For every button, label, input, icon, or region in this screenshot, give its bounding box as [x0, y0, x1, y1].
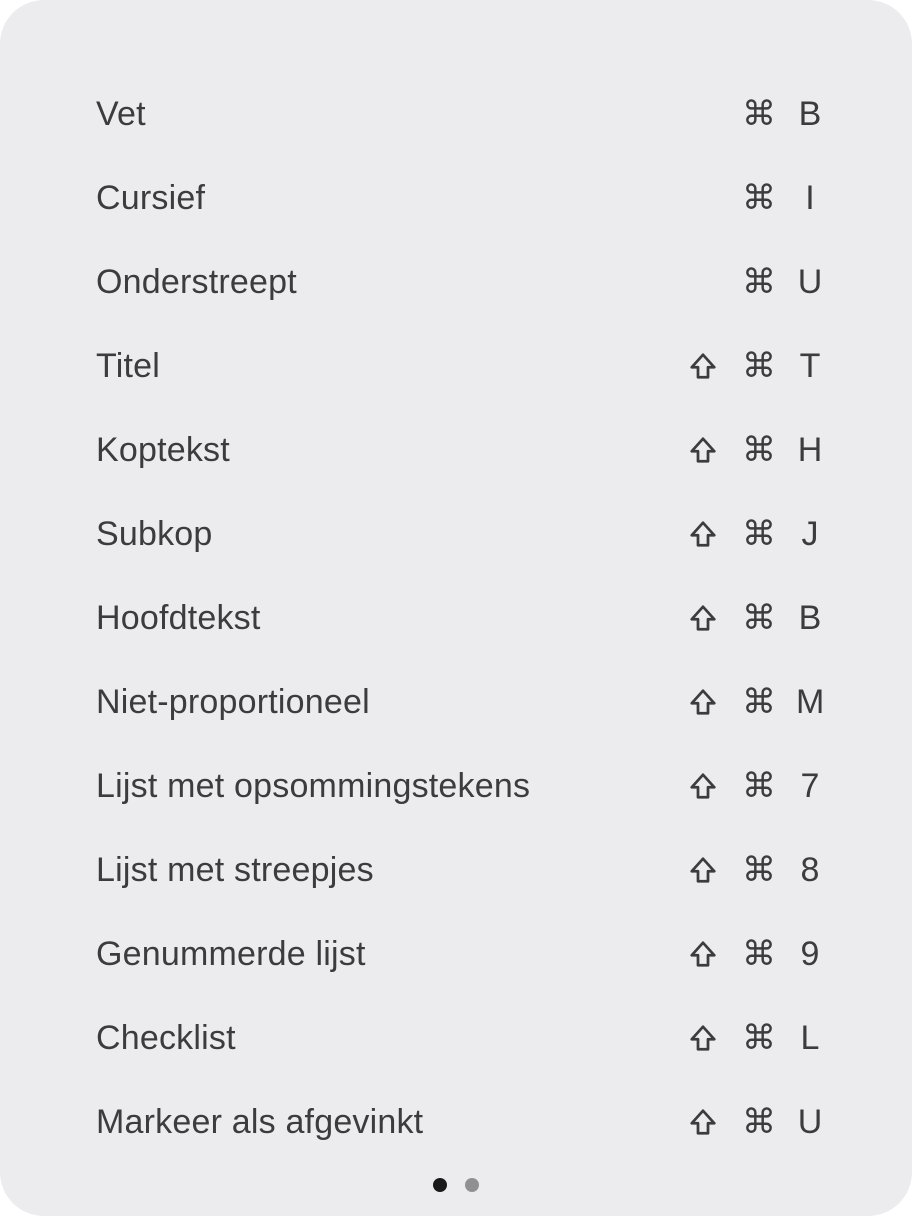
shift-icon	[686, 855, 720, 885]
shortcut-key: J	[796, 515, 824, 554]
shift-icon	[686, 939, 720, 969]
menu-item-label: Markeer als afgevinkt	[96, 1103, 423, 1142]
menu-item[interactable]: Checklist ⌘L	[96, 996, 824, 1080]
menu-item-shortcut: ⌘B	[686, 598, 824, 638]
shift-icon	[686, 519, 720, 549]
shortcut-key: U	[796, 1103, 824, 1142]
menu-item-shortcut: ⌘9	[686, 934, 824, 974]
command-icon: ⌘	[742, 346, 774, 386]
menu-item-shortcut: ⌘I	[742, 178, 824, 218]
command-icon: ⌘	[742, 514, 774, 554]
shortcut-key: U	[796, 263, 824, 302]
menu-item-shortcut: ⌘8	[686, 850, 824, 890]
menu-item[interactable]: Markeer als afgevinkt ⌘U	[96, 1080, 824, 1164]
menu-list: Vet⌘BCursief⌘IOnderstreept⌘UTitel ⌘TKopt…	[96, 72, 824, 1186]
menu-item-label: Lijst met streepjes	[96, 851, 374, 890]
menu-item[interactable]: Vet⌘B	[96, 72, 824, 156]
shift-icon	[686, 1023, 720, 1053]
page-dot[interactable]	[465, 1178, 479, 1192]
command-icon: ⌘	[742, 178, 774, 218]
menu-item-label: Cursief	[96, 179, 205, 218]
shortcut-key: T	[796, 347, 824, 386]
menu-item-shortcut: ⌘H	[686, 430, 824, 470]
command-icon: ⌘	[742, 430, 774, 470]
menu-item-label: Koptekst	[96, 431, 230, 470]
shift-icon	[686, 687, 720, 717]
shortcut-key: B	[796, 599, 824, 638]
menu-item[interactable]: Niet-proportioneel ⌘M	[96, 660, 824, 744]
menu-item[interactable]: Genummerde lijst ⌘9	[96, 912, 824, 996]
shortcut-key: I	[796, 179, 824, 218]
menu-item-label: Onderstreept	[96, 263, 297, 302]
menu-item[interactable]: Lijst met opsommingstekens ⌘7	[96, 744, 824, 828]
page-indicator[interactable]	[0, 1178, 912, 1192]
menu-item[interactable]: Hoofdtekst ⌘B	[96, 576, 824, 660]
menu-item[interactable]: Titel ⌘T	[96, 324, 824, 408]
command-icon: ⌘	[742, 682, 774, 722]
shortcut-key: 8	[796, 851, 824, 890]
command-icon: ⌘	[742, 766, 774, 806]
command-icon: ⌘	[742, 262, 774, 302]
shortcut-key: L	[796, 1019, 824, 1058]
shift-icon	[686, 435, 720, 465]
page-dot[interactable]	[433, 1178, 447, 1192]
shortcut-key: 7	[796, 767, 824, 806]
menu-item-shortcut: ⌘U	[742, 262, 824, 302]
shortcut-key: H	[796, 431, 824, 470]
menu-item-label: Hoofdtekst	[96, 599, 261, 638]
menu-item-label: Vet	[96, 95, 146, 134]
menu-item-shortcut: ⌘T	[686, 346, 824, 386]
menu-item-shortcut: ⌘J	[686, 514, 824, 554]
shift-icon	[686, 603, 720, 633]
menu-item-label: Checklist	[96, 1019, 236, 1058]
command-icon: ⌘	[742, 1102, 774, 1142]
command-icon: ⌘	[742, 1018, 774, 1058]
command-icon: ⌘	[742, 850, 774, 890]
shortcut-key: M	[796, 683, 824, 722]
menu-item[interactable]: Koptekst ⌘H	[96, 408, 824, 492]
menu-item-label: Lijst met opsommingstekens	[96, 767, 530, 806]
menu-item[interactable]: Subkop ⌘J	[96, 492, 824, 576]
shortcuts-panel: Vet⌘BCursief⌘IOnderstreept⌘UTitel ⌘TKopt…	[0, 0, 912, 1216]
command-icon: ⌘	[742, 94, 774, 134]
menu-item-label: Titel	[96, 347, 160, 386]
menu-item-shortcut: ⌘M	[686, 682, 824, 722]
menu-item[interactable]: Lijst met streepjes ⌘8	[96, 828, 824, 912]
shift-icon	[686, 1107, 720, 1137]
command-icon: ⌘	[742, 934, 774, 974]
menu-item[interactable]: Onderstreept⌘U	[96, 240, 824, 324]
menu-item-label: Subkop	[96, 515, 213, 554]
shift-icon	[686, 351, 720, 381]
menu-item-shortcut: ⌘7	[686, 766, 824, 806]
menu-item-label: Genummerde lijst	[96, 935, 366, 974]
menu-item-shortcut: ⌘U	[686, 1102, 824, 1142]
shortcut-key: B	[796, 95, 824, 134]
menu-item-shortcut: ⌘L	[686, 1018, 824, 1058]
shortcut-key: 9	[796, 935, 824, 974]
command-icon: ⌘	[742, 598, 774, 638]
menu-item-shortcut: ⌘B	[742, 94, 824, 134]
menu-item[interactable]: Cursief⌘I	[96, 156, 824, 240]
shift-icon	[686, 771, 720, 801]
menu-item-label: Niet-proportioneel	[96, 683, 370, 722]
